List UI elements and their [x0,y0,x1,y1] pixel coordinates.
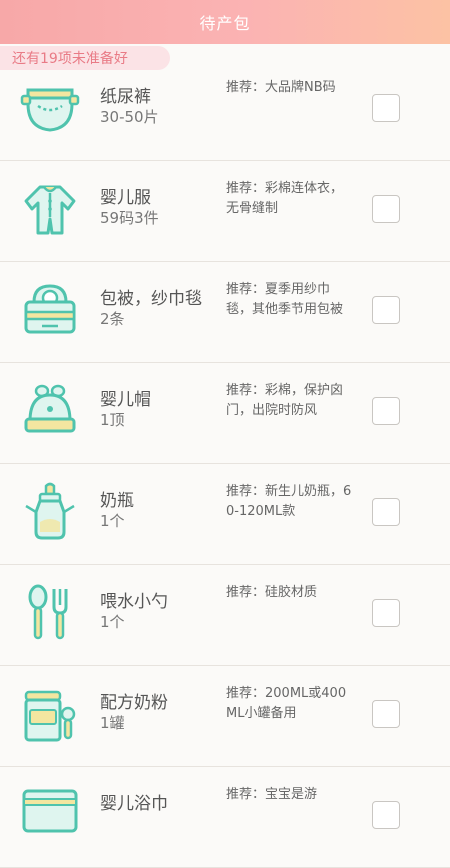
item-name: 配方奶粉 [100,693,168,713]
item-checkbox[interactable] [372,498,400,526]
list-item[interactable]: 纸尿裤 30-50片 推荐：大品牌NB码 [0,60,450,161]
item-name: 奶瓶 [100,491,134,511]
list-item[interactable]: 包被，纱巾毯 2条 推荐：夏季用纱巾毯，其他季节用包被 [0,262,450,363]
towel-icon [20,785,80,845]
swaddle-icon [20,280,80,340]
item-checkbox[interactable] [372,801,400,829]
item-checkbox[interactable] [372,599,400,627]
item-tip: 推荐：彩棉，保护囟门，出院时防风 [226,383,344,418]
item-quantity: 59码3件 [100,209,159,227]
item-tip: 推荐：硅胶材质 [226,585,318,600]
list-item[interactable]: 婴儿帽 1顶 推荐：彩棉，保护囟门，出院时防风 [0,363,450,464]
item-tip: 推荐：彩棉连体衣，无骨缝制 [226,181,344,216]
list-item[interactable]: 婴儿服 59码3件 推荐：彩棉连体衣，无骨缝制 [0,161,450,262]
item-tip: 推荐：夏季用纱巾毯，其他季节用包被 [226,282,344,317]
list-item[interactable]: 喂水小勺 1个 推荐：硅胶材质 [0,565,450,666]
item-quantity: 1个 [100,613,125,631]
bottle-icon [20,482,80,542]
page-title: 待产包 [199,14,251,33]
remaining-banner: 还有19项未准备好 [0,46,170,70]
checklist: 纸尿裤 30-50片 推荐：大品牌NB码 婴儿服 59码3件 推荐：彩棉连体衣，… [0,60,450,868]
item-quantity: 30-50片 [100,108,159,126]
diaper-icon [20,78,80,138]
item-tip: 推荐：200ML或400ML小罐备用 [226,686,347,721]
baby-clothes-icon [20,179,80,239]
item-checkbox[interactable] [372,195,400,223]
item-checkbox[interactable] [372,94,400,122]
item-name: 婴儿浴巾 [100,794,168,814]
item-tip: 推荐：宝宝是游 [226,787,318,802]
formula-can-icon [20,684,80,744]
item-name: 包被，纱巾毯 [100,289,202,309]
spoon-fork-icon [20,583,80,643]
item-quantity: 1个 [100,512,125,530]
list-item[interactable]: 婴儿浴巾 推荐：宝宝是游 [0,767,450,868]
list-item[interactable]: 奶瓶 1个 推荐：新生儿奶瓶，60-120ML款 [0,464,450,565]
item-quantity: 2条 [100,310,125,328]
item-quantity: 1顶 [100,411,125,429]
item-name: 纸尿裤 [100,87,151,107]
remaining-count-text: 还有19项未准备好 [12,51,128,67]
list-item[interactable]: 配方奶粉 1罐 推荐：200ML或400ML小罐备用 [0,666,450,767]
item-tip: 推荐：新生儿奶瓶，60-120ML款 [226,484,352,519]
item-quantity: 1罐 [100,714,125,732]
item-checkbox[interactable] [372,700,400,728]
baby-hat-icon [20,381,80,441]
item-name: 婴儿服 [100,188,151,208]
item-name: 婴儿帽 [100,390,151,410]
item-checkbox[interactable] [372,397,400,425]
item-checkbox[interactable] [372,296,400,324]
item-tip: 推荐：大品牌NB码 [226,80,336,95]
top-header: 待产包 [0,0,450,44]
item-name: 喂水小勺 [100,592,168,612]
